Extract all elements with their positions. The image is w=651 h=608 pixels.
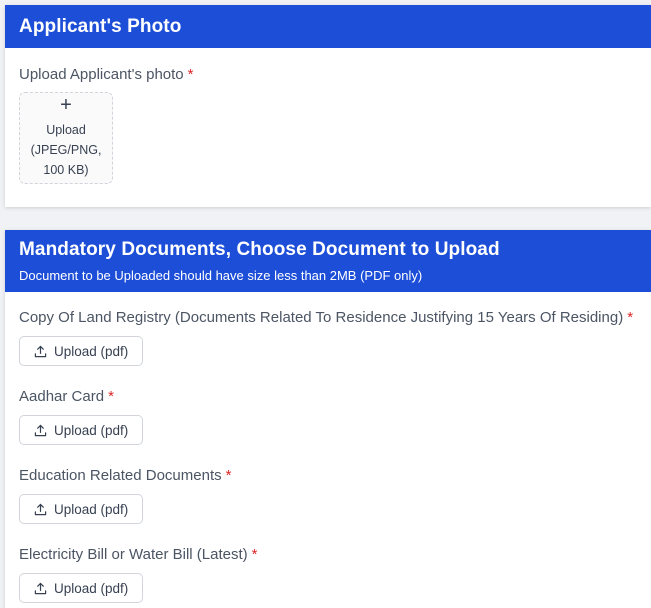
document-label: Aadhar Card *: [19, 388, 143, 405]
photo-upload-text: Upload (JPEG/PNG, 100 KB): [31, 120, 102, 180]
upload-button-label: Upload (pdf): [54, 343, 129, 359]
page: Applicant's Photo Upload Applicant's pho…: [0, 0, 651, 608]
required-marker: *: [108, 388, 114, 405]
upload-land-registry-button[interactable]: Upload (pdf): [19, 336, 144, 366]
mandatory-documents-subtitle: Document to be Uploaded should have size…: [19, 268, 423, 283]
upload-aadhar-card-button[interactable]: Upload (pdf): [19, 415, 144, 445]
document-label: Copy Of Land Registry (Documents Related…: [19, 309, 633, 326]
photo-upload-line: Upload: [46, 122, 86, 137]
document-label-text: Aadhar Card: [19, 388, 105, 405]
document-field-education: Education Related Documents * Upload (pdf…: [19, 467, 231, 524]
applicant-photo-title: Applicant's Photo: [19, 15, 182, 37]
applicant-photo-label: Upload Applicant's photo *: [19, 66, 194, 83]
upload-button-label: Upload (pdf): [54, 501, 129, 517]
document-label-text: Copy Of Land Registry (Documents Related…: [19, 309, 624, 326]
document-field-land-registry: Copy Of Land Registry (Documents Related…: [19, 309, 633, 366]
upload-education-button[interactable]: Upload (pdf): [19, 494, 144, 524]
plus-icon: +: [60, 93, 72, 116]
mandatory-documents-title: Mandatory Documents, Choose Document to …: [19, 239, 500, 260]
applicant-photo-upload-button[interactable]: + Upload (JPEG/PNG, 100 KB): [19, 92, 113, 184]
photo-upload-line: 100 KB): [43, 162, 89, 177]
mandatory-documents-header: Mandatory Documents, Choose Document to …: [5, 230, 651, 292]
required-marker: *: [225, 467, 232, 484]
upload-icon: [34, 345, 47, 357]
upload-icon: [34, 582, 47, 594]
applicant-photo-header: Applicant's Photo: [5, 5, 651, 48]
mandatory-documents-card: Mandatory Documents, Choose Document to …: [5, 230, 651, 608]
document-field-utility-bill: Electricity Bill or Water Bill (Latest) *…: [19, 546, 258, 603]
document-label: Education Related Documents *: [19, 467, 231, 484]
upload-icon: [34, 424, 47, 436]
upload-button-label: Upload (pdf): [54, 580, 129, 596]
document-field-aadhar-card: Aadhar Card * Upload (pdf): [19, 388, 144, 445]
applicant-photo-card: Applicant's Photo Upload Applicant's pho…: [5, 5, 651, 207]
upload-utility-bill-button[interactable]: Upload (pdf): [19, 573, 144, 603]
document-label: Electricity Bill or Water Bill (Latest) *: [19, 546, 258, 563]
required-marker: *: [187, 66, 194, 83]
required-marker: *: [251, 546, 258, 563]
document-label-text: Education Related Documents: [19, 467, 222, 484]
upload-icon: [34, 503, 47, 515]
upload-button-label: Upload (pdf): [54, 422, 129, 438]
document-label-text: Electricity Bill or Water Bill (Latest): [19, 546, 248, 563]
required-marker: *: [627, 309, 634, 326]
applicant-photo-label-text: Upload Applicant's photo: [19, 66, 184, 83]
photo-upload-line: (JPEG/PNG,: [30, 142, 102, 157]
